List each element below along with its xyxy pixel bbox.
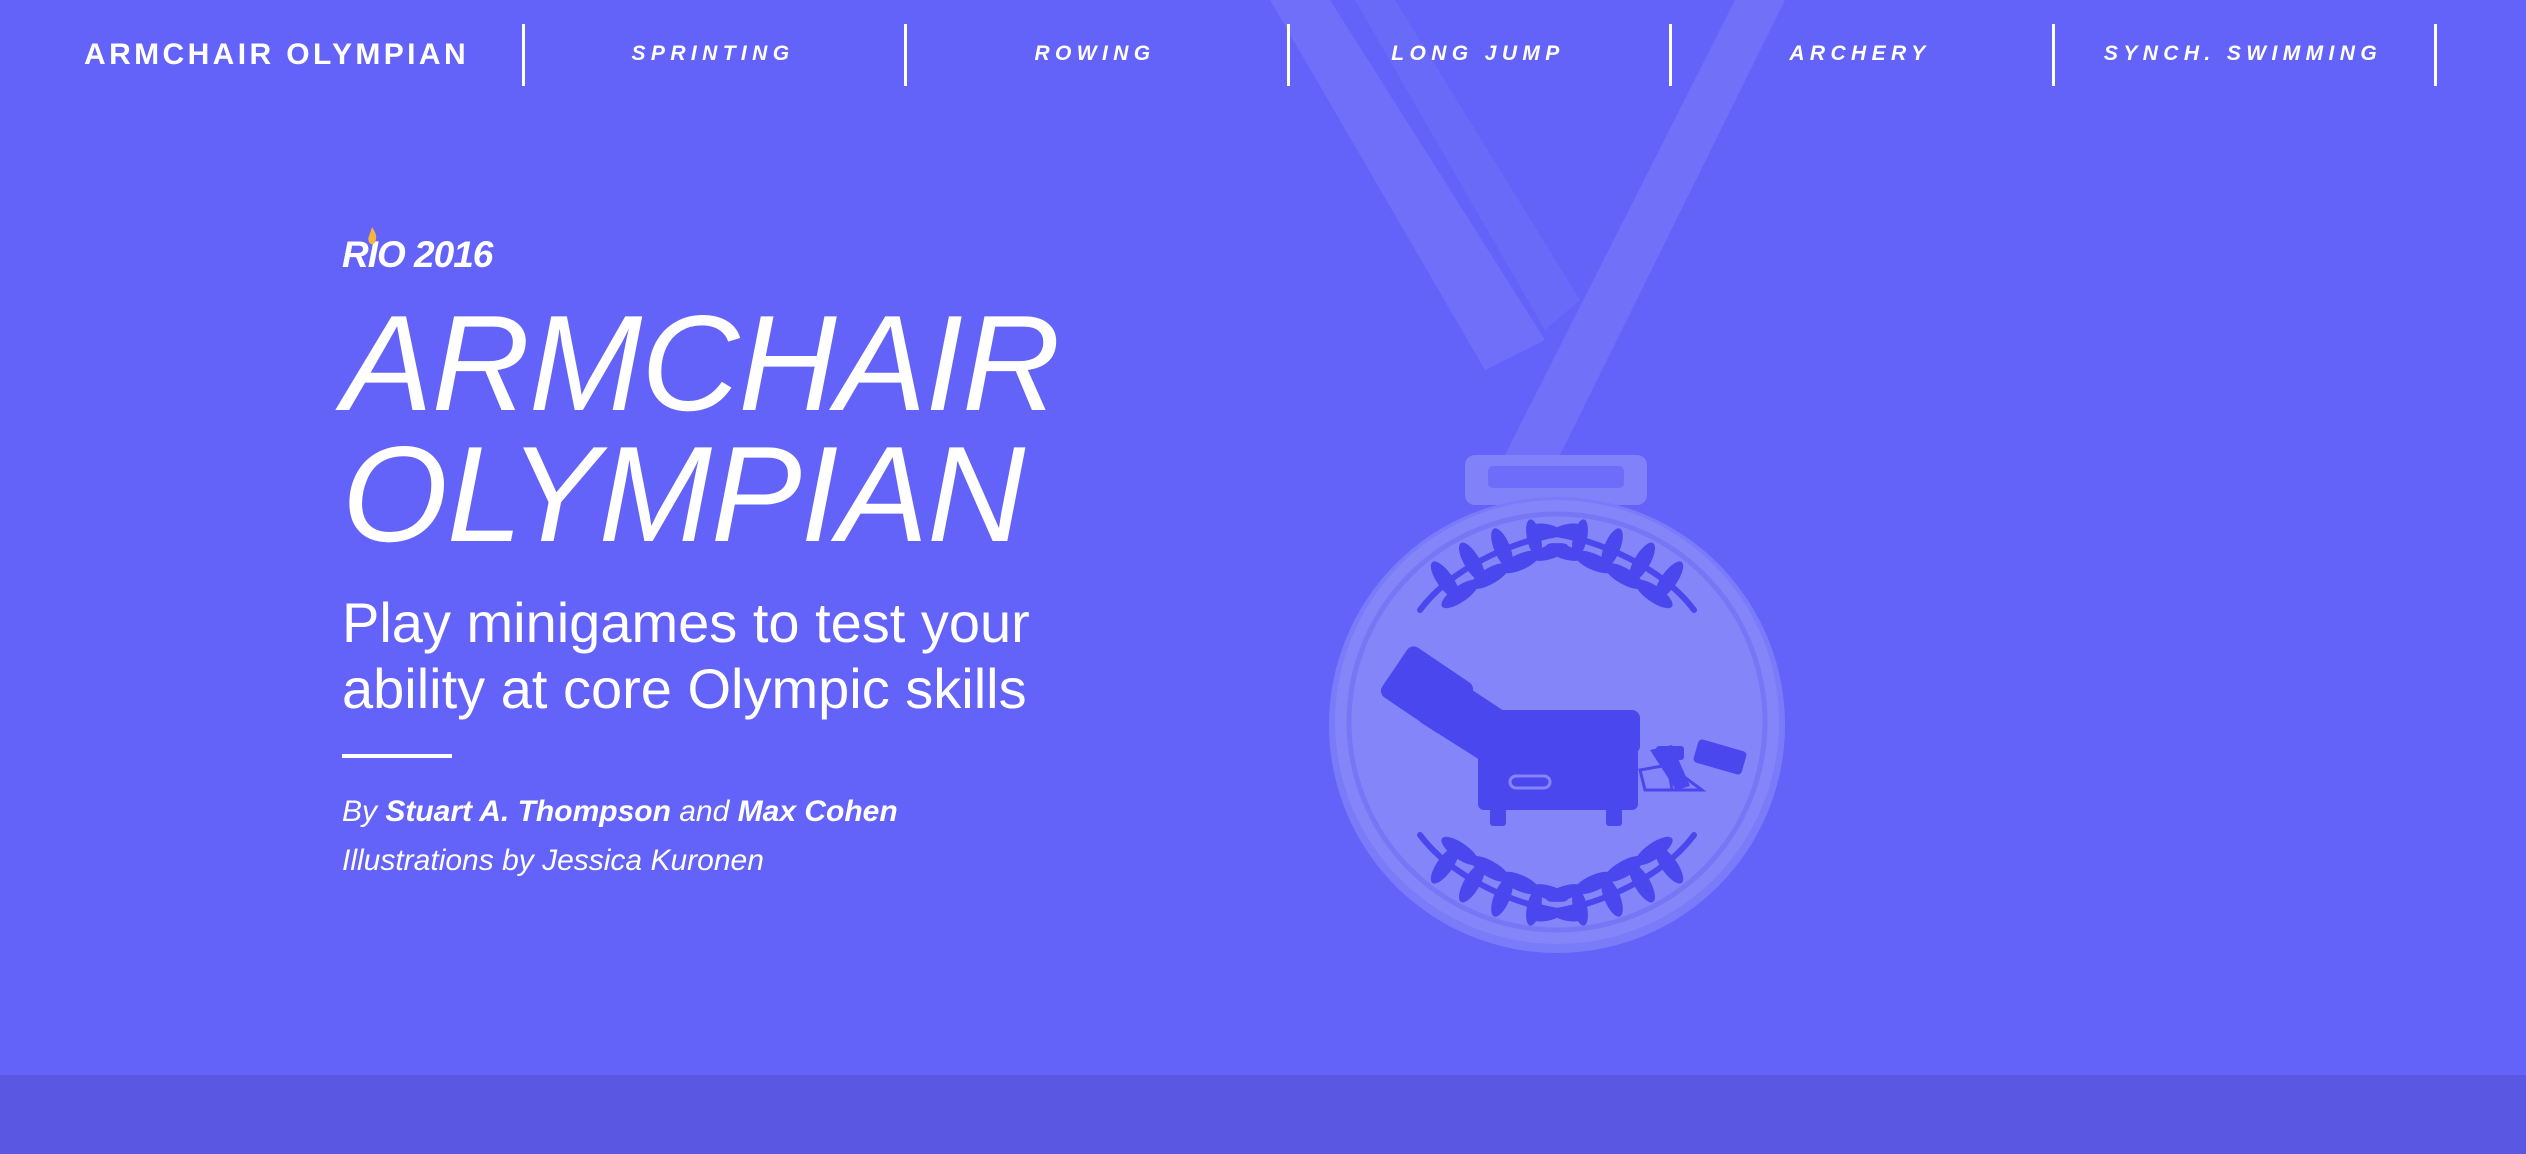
byline-and: and bbox=[670, 795, 738, 828]
rio-2016-logo: RIO 2016 bbox=[342, 227, 493, 276]
subtitle: Play minigames to test your ability at c… bbox=[342, 590, 1242, 722]
author-max-cohen[interactable]: Max Cohen bbox=[738, 795, 898, 828]
page: ARMCHAIR OLYMPIAN SPRINTING ROWING LONG … bbox=[0, 0, 2526, 1154]
divider-rule bbox=[342, 754, 452, 758]
page-title: ARMCHAIR OLYMPIAN bbox=[342, 295, 1242, 562]
byline: By Stuart A. Thompson and Max Cohen bbox=[342, 795, 898, 829]
nav-divider bbox=[2434, 24, 2437, 86]
nav-item-long-jump[interactable]: LONG JUMP bbox=[1288, 42, 1668, 66]
title-line-2: OLYMPIAN bbox=[342, 418, 1025, 570]
nav-item-synch-swimming[interactable]: SYNCH. SWIMMING bbox=[2053, 42, 2433, 66]
illustration-credit: Illustrations by Jessica Kuronen bbox=[342, 844, 764, 877]
author-stuart-a-thompson[interactable]: Stuart A. Thompson bbox=[385, 795, 671, 828]
bottom-band bbox=[0, 1075, 2526, 1154]
event-logo-text: RIO 2016 bbox=[342, 234, 493, 275]
nav-item-rowing[interactable]: ROWING bbox=[905, 42, 1285, 66]
brand-link[interactable]: ARMCHAIR OLYMPIAN bbox=[84, 38, 469, 72]
olympic-flame-icon bbox=[368, 227, 377, 245]
subtitle-line-2: ability at core Olympic skills bbox=[342, 657, 1027, 720]
top-navigation: ARMCHAIR OLYMPIAN SPRINTING ROWING LONG … bbox=[0, 0, 2526, 112]
armchair-medal-illustration bbox=[1270, 0, 1785, 953]
byline-prefix: By bbox=[342, 795, 386, 828]
nav-item-sprinting[interactable]: SPRINTING bbox=[523, 42, 903, 66]
subtitle-line-1: Play minigames to test your bbox=[342, 591, 1030, 654]
title-line-1: ARMCHAIR bbox=[342, 287, 1060, 439]
nav-item-archery[interactable]: ARCHERY bbox=[1670, 42, 2050, 66]
